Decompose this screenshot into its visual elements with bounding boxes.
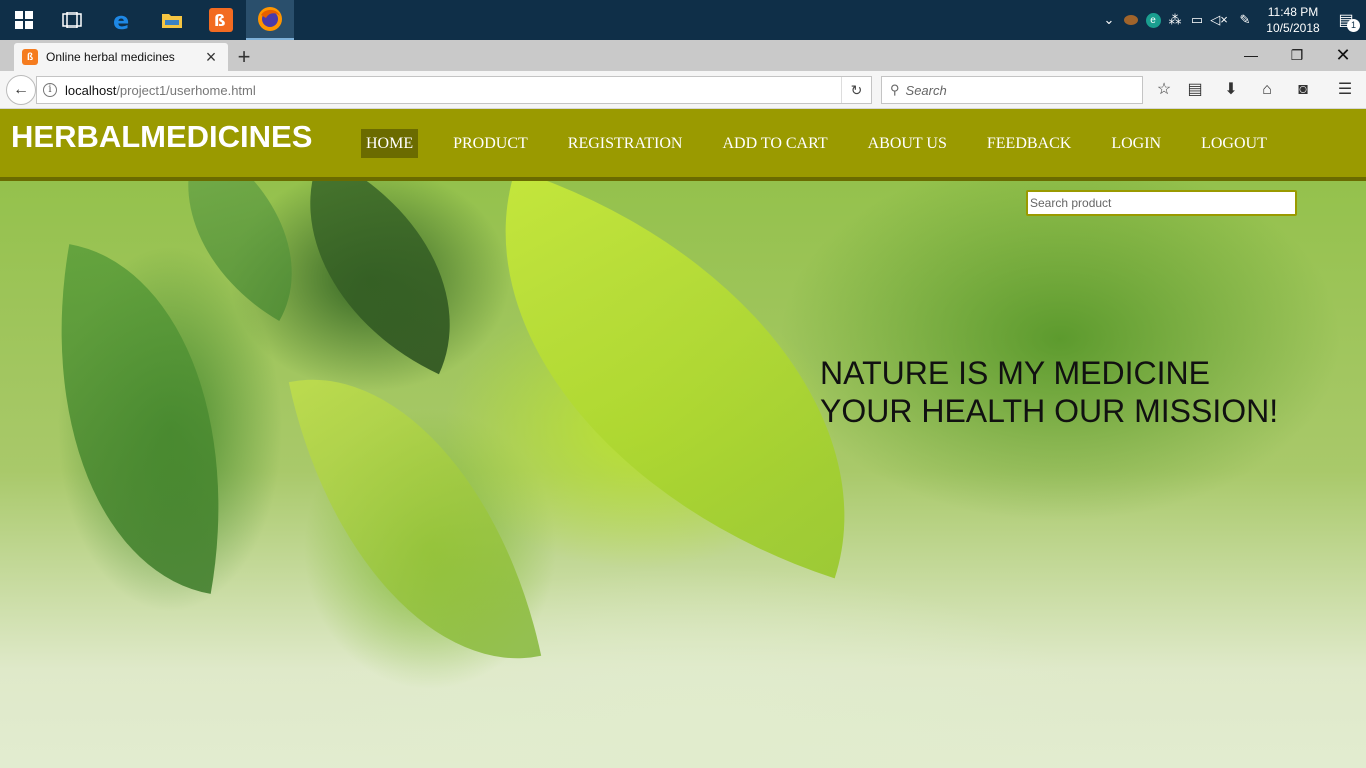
navigation-toolbar: ← i localhost/project1/userhome.html ↻ ⚲… [0, 71, 1366, 109]
url-text[interactable]: localhost/project1/userhome.html [65, 83, 841, 98]
menu-logout[interactable]: LOGOUT [1196, 129, 1272, 158]
menu-home[interactable]: HOME [361, 129, 419, 158]
reading-list-icon[interactable]: ▤ [1182, 80, 1208, 100]
site-logo[interactable]: HERBALMEDICINES [11, 119, 312, 155]
reload-icon[interactable]: ↻ [841, 77, 871, 103]
main-menu: HOME PRODUCT REGISTRATION ADD TO CART AB… [361, 129, 1302, 158]
folder-icon [162, 14, 182, 28]
minimize-button[interactable]: — [1228, 44, 1274, 66]
clock-date: 10/5/2018 [1266, 21, 1320, 35]
menu-icon[interactable]: ☰ [1332, 80, 1358, 100]
browser-search-placeholder: Search [905, 82, 947, 98]
bookmark-star-icon[interactable]: ☆ [1151, 80, 1177, 100]
product-search-input[interactable]: Search product [1026, 190, 1297, 216]
notification-badge: 1 [1347, 19, 1360, 32]
volume-muted-icon[interactable]: ◁× [1208, 0, 1230, 40]
site-header: HERBALMEDICINES HOME PRODUCT REGISTRATIO… [0, 109, 1366, 181]
xampp-taskbar-button[interactable]: ß [197, 0, 245, 40]
pocket-icon[interactable]: ◙ [1290, 80, 1316, 100]
system-tray: ⌄ e ⁂ ▭ ◁× ✎ 11:48 PM 10/5/2018 ▤ 1 [1098, 0, 1366, 40]
windows-start-button[interactable] [0, 0, 48, 40]
xampp-icon: ß [209, 8, 233, 32]
leaf-decoration [13, 244, 267, 594]
pen-icon[interactable]: ✎ [1230, 0, 1260, 40]
tab-title: Online herbal medicines [46, 50, 175, 64]
tagline-line-2: YOUR HEALTH OUR MISSION! [820, 393, 1279, 429]
edge-taskbar-button[interactable]: e [98, 0, 146, 40]
tab-close-icon[interactable]: × [202, 47, 220, 68]
hero-tagline: NATURE IS MY MEDICINE YOUR HEALTH OUR MI… [820, 354, 1278, 430]
search-icon: ⚲ [890, 82, 900, 97]
file-explorer-taskbar-button[interactable] [148, 0, 196, 40]
menu-login[interactable]: LOGIN [1106, 129, 1166, 158]
task-view-icon [62, 12, 82, 28]
web-page: HERBALMEDICINES HOME PRODUCT REGISTRATIO… [0, 109, 1366, 768]
task-view-button[interactable] [48, 0, 96, 40]
url-host: localhost [65, 82, 117, 98]
info-icon[interactable]: i [43, 83, 57, 97]
chevron-up-icon[interactable]: ⌄ [1098, 0, 1120, 40]
new-tab-button[interactable]: + [234, 44, 254, 70]
url-bar[interactable]: i localhost/project1/userhome.html ↻ [36, 76, 872, 104]
close-window-button[interactable]: ✕ [1320, 44, 1366, 66]
menu-feedback[interactable]: FEEDBACK [982, 129, 1076, 158]
download-icon[interactable]: ⬇ [1218, 80, 1244, 100]
tray-e-icon[interactable]: e [1142, 0, 1164, 40]
leaf-decoration [257, 153, 503, 375]
menu-about-us[interactable]: ABOUT US [863, 129, 952, 158]
svg-text:e: e [113, 8, 129, 32]
windows-logo-icon [15, 11, 33, 29]
home-icon[interactable]: ⌂ [1254, 80, 1280, 100]
edge-icon: e [113, 8, 129, 32]
svg-text:ß: ß [214, 11, 226, 30]
firefox-taskbar-button[interactable] [246, 0, 294, 40]
wifi-icon[interactable]: ⁂ [1164, 0, 1186, 40]
clock[interactable]: 11:48 PM 10/5/2018 [1260, 4, 1326, 36]
menu-registration[interactable]: REGISTRATION [563, 129, 688, 158]
url-path: /project1/userhome.html [116, 82, 256, 98]
tagline-line-1: NATURE IS MY MEDICINE [820, 355, 1210, 391]
leaf-decoration [288, 342, 542, 696]
xampp-favicon-icon: ß [22, 49, 38, 65]
firefox-icon [258, 7, 282, 31]
clock-time: 11:48 PM [1267, 5, 1319, 19]
windows-taskbar: e ß ⌄ e ⁂ ▭ ◁× ✎ 11:48 PM 10/5/2018 ▤ 1 [0, 0, 1366, 40]
browser-tab[interactable]: ß Online herbal medicines × [14, 43, 228, 71]
tray-app-icon[interactable] [1120, 0, 1142, 40]
back-arrow-icon: ← [13, 81, 29, 98]
menu-product[interactable]: PRODUCT [448, 129, 533, 158]
menu-add-to-cart[interactable]: ADD TO CART [717, 129, 832, 158]
browser-search-input[interactable]: ⚲ Search [881, 76, 1143, 104]
action-center-icon[interactable]: ▤ 1 [1326, 0, 1366, 40]
back-button[interactable]: ← [6, 75, 36, 105]
battery-icon[interactable]: ▭ [1186, 0, 1208, 40]
restore-button[interactable]: ❐ [1274, 44, 1320, 66]
tab-strip: ß Online herbal medicines × [0, 40, 1366, 71]
